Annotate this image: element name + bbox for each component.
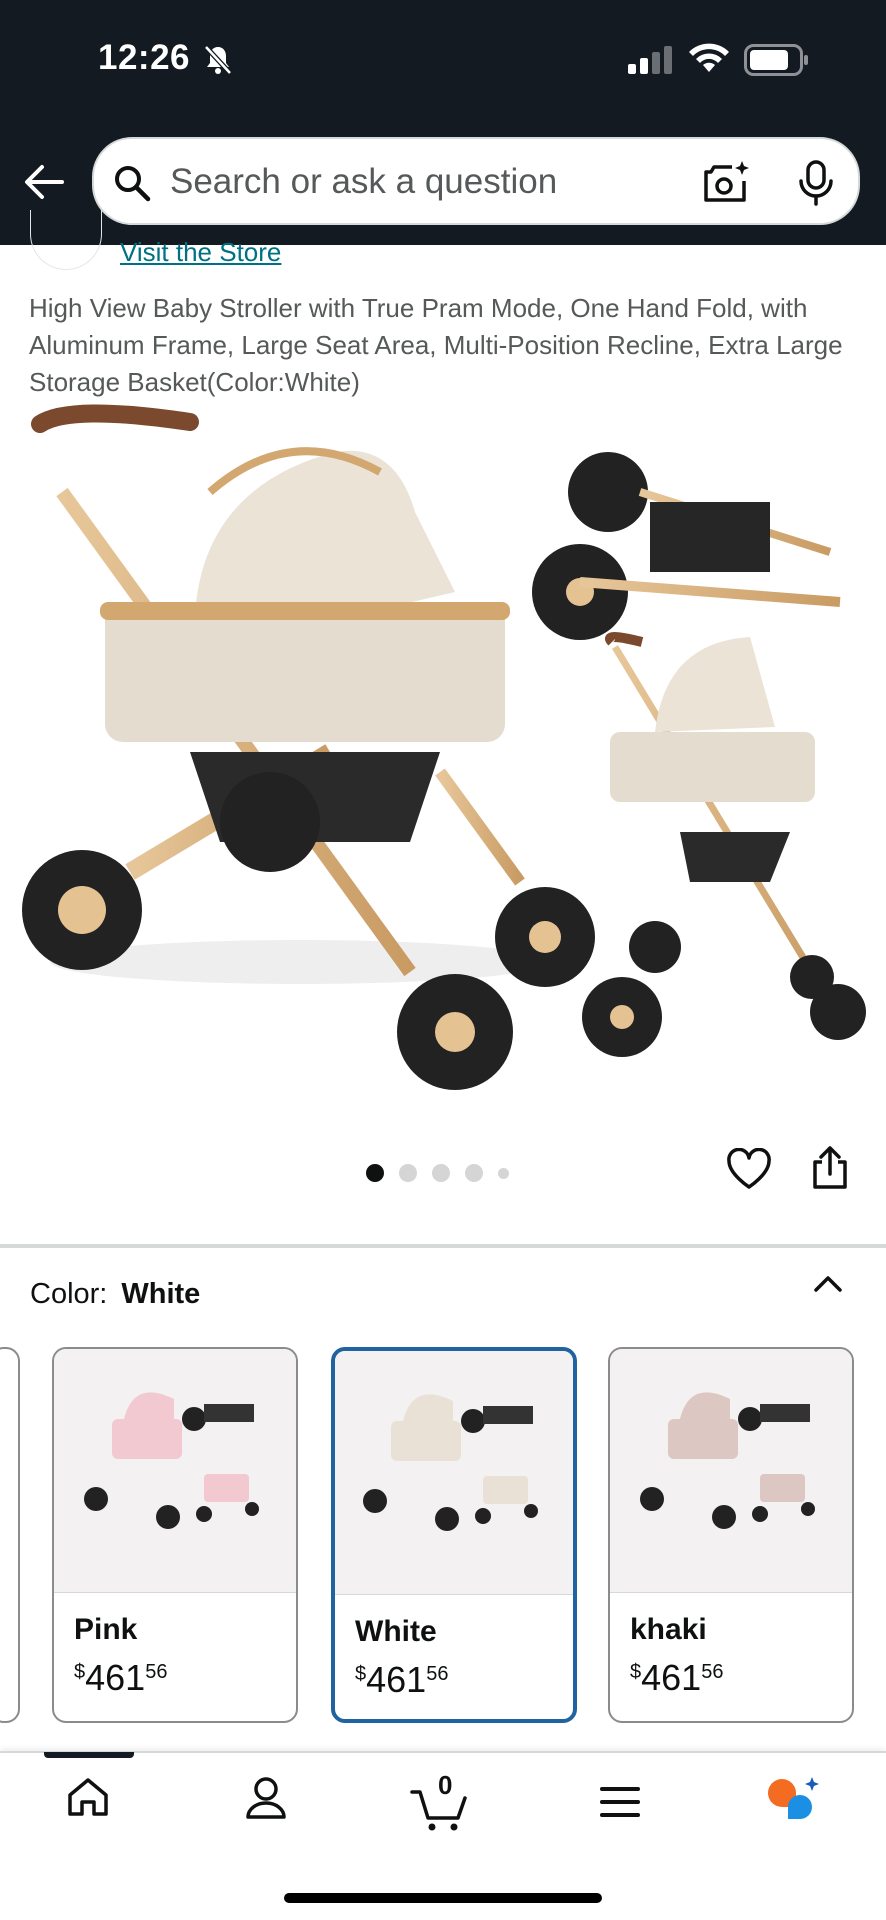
product-image[interactable]: [0, 402, 886, 1102]
menu-icon[interactable]: [600, 1785, 640, 1819]
mic-icon[interactable]: [796, 159, 836, 207]
swatch-price: $46156: [355, 1659, 449, 1700]
visit-store-link[interactable]: Visit the Store: [120, 237, 281, 268]
carousel-dot[interactable]: [399, 1164, 417, 1182]
color-swatch-pink[interactable]: Pink $46156: [52, 1347, 298, 1723]
swatch-image: [335, 1351, 573, 1595]
cart-count: 0: [438, 1770, 453, 1800]
swatch-name: Pink: [74, 1613, 138, 1646]
heart-icon[interactable]: [726, 1148, 772, 1190]
share-icon[interactable]: [810, 1146, 850, 1190]
back-arrow-icon[interactable]: [22, 162, 66, 202]
account-icon[interactable]: [244, 1775, 288, 1821]
battery-icon: [744, 44, 808, 76]
carousel-dot[interactable]: [465, 1164, 483, 1182]
rufus-icon[interactable]: [766, 1775, 822, 1823]
color-label: Color: White: [30, 1278, 200, 1311]
search-icon: [115, 166, 151, 202]
color-swatch-khaki[interactable]: khaki $46156: [608, 1347, 854, 1723]
swatch-partial[interactable]: [0, 1347, 20, 1723]
chevron-up-icon[interactable]: [812, 1272, 844, 1294]
swatch-price: $46156: [74, 1657, 168, 1698]
silent-bell-icon: [204, 45, 232, 75]
product-title: High View Baby Stroller with True Pram M…: [29, 293, 843, 397]
color-label-text: Color:: [30, 1278, 108, 1310]
section-divider: [0, 1244, 886, 1248]
image-carousel-dots[interactable]: [366, 1164, 509, 1182]
wifi-icon: [689, 43, 729, 72]
status-time: 12:26: [98, 38, 191, 77]
brand-logo[interactable]: [30, 210, 102, 270]
home-icon[interactable]: [66, 1775, 110, 1819]
swatch-price: $46156: [630, 1657, 724, 1698]
search-input[interactable]: [170, 157, 690, 207]
swatch-image: [54, 1349, 296, 1593]
signal-icon: [628, 46, 672, 74]
camera-icon[interactable]: [702, 159, 750, 205]
selected-color: White: [121, 1278, 201, 1310]
swatch-name: khaki: [630, 1613, 707, 1646]
swatch-name: White: [355, 1615, 437, 1648]
home-indicator: [284, 1893, 602, 1903]
color-swatch-white[interactable]: White $46156: [331, 1347, 577, 1723]
carousel-dot[interactable]: [498, 1167, 509, 1179]
carousel-dot[interactable]: [432, 1164, 450, 1182]
carousel-dot[interactable]: [366, 1164, 384, 1182]
swatch-image: [610, 1349, 852, 1593]
nav-active-indicator: [44, 1752, 134, 1758]
search-bar[interactable]: [92, 137, 860, 225]
